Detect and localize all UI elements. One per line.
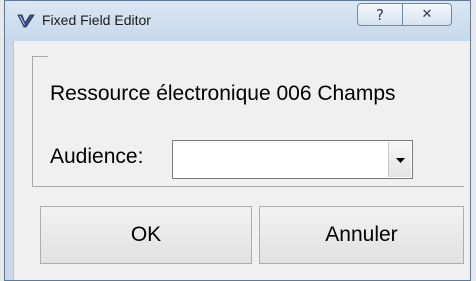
audience-label: Audience: (50, 145, 144, 168)
group-legend: Ressource électronique 006 Champs (50, 82, 398, 106)
window-title: Fixed Field Editor (42, 12, 151, 28)
ok-button[interactable]: OK (40, 206, 252, 264)
help-button[interactable]: ? (357, 3, 403, 26)
group-legend-backdrop (48, 50, 464, 66)
dropdown-arrow-button[interactable] (388, 142, 411, 177)
close-icon: ✕ (421, 7, 433, 22)
help-icon: ? (376, 5, 384, 24)
title-bar[interactable]: Fixed Field Editor ? ✕ (5, 1, 470, 41)
close-button[interactable]: ✕ (402, 3, 452, 26)
audience-dropdown[interactable] (172, 140, 413, 179)
cancel-button[interactable]: Annuler (259, 206, 464, 264)
chevron-down-icon (395, 151, 405, 169)
checkmark-v-icon (17, 12, 35, 30)
